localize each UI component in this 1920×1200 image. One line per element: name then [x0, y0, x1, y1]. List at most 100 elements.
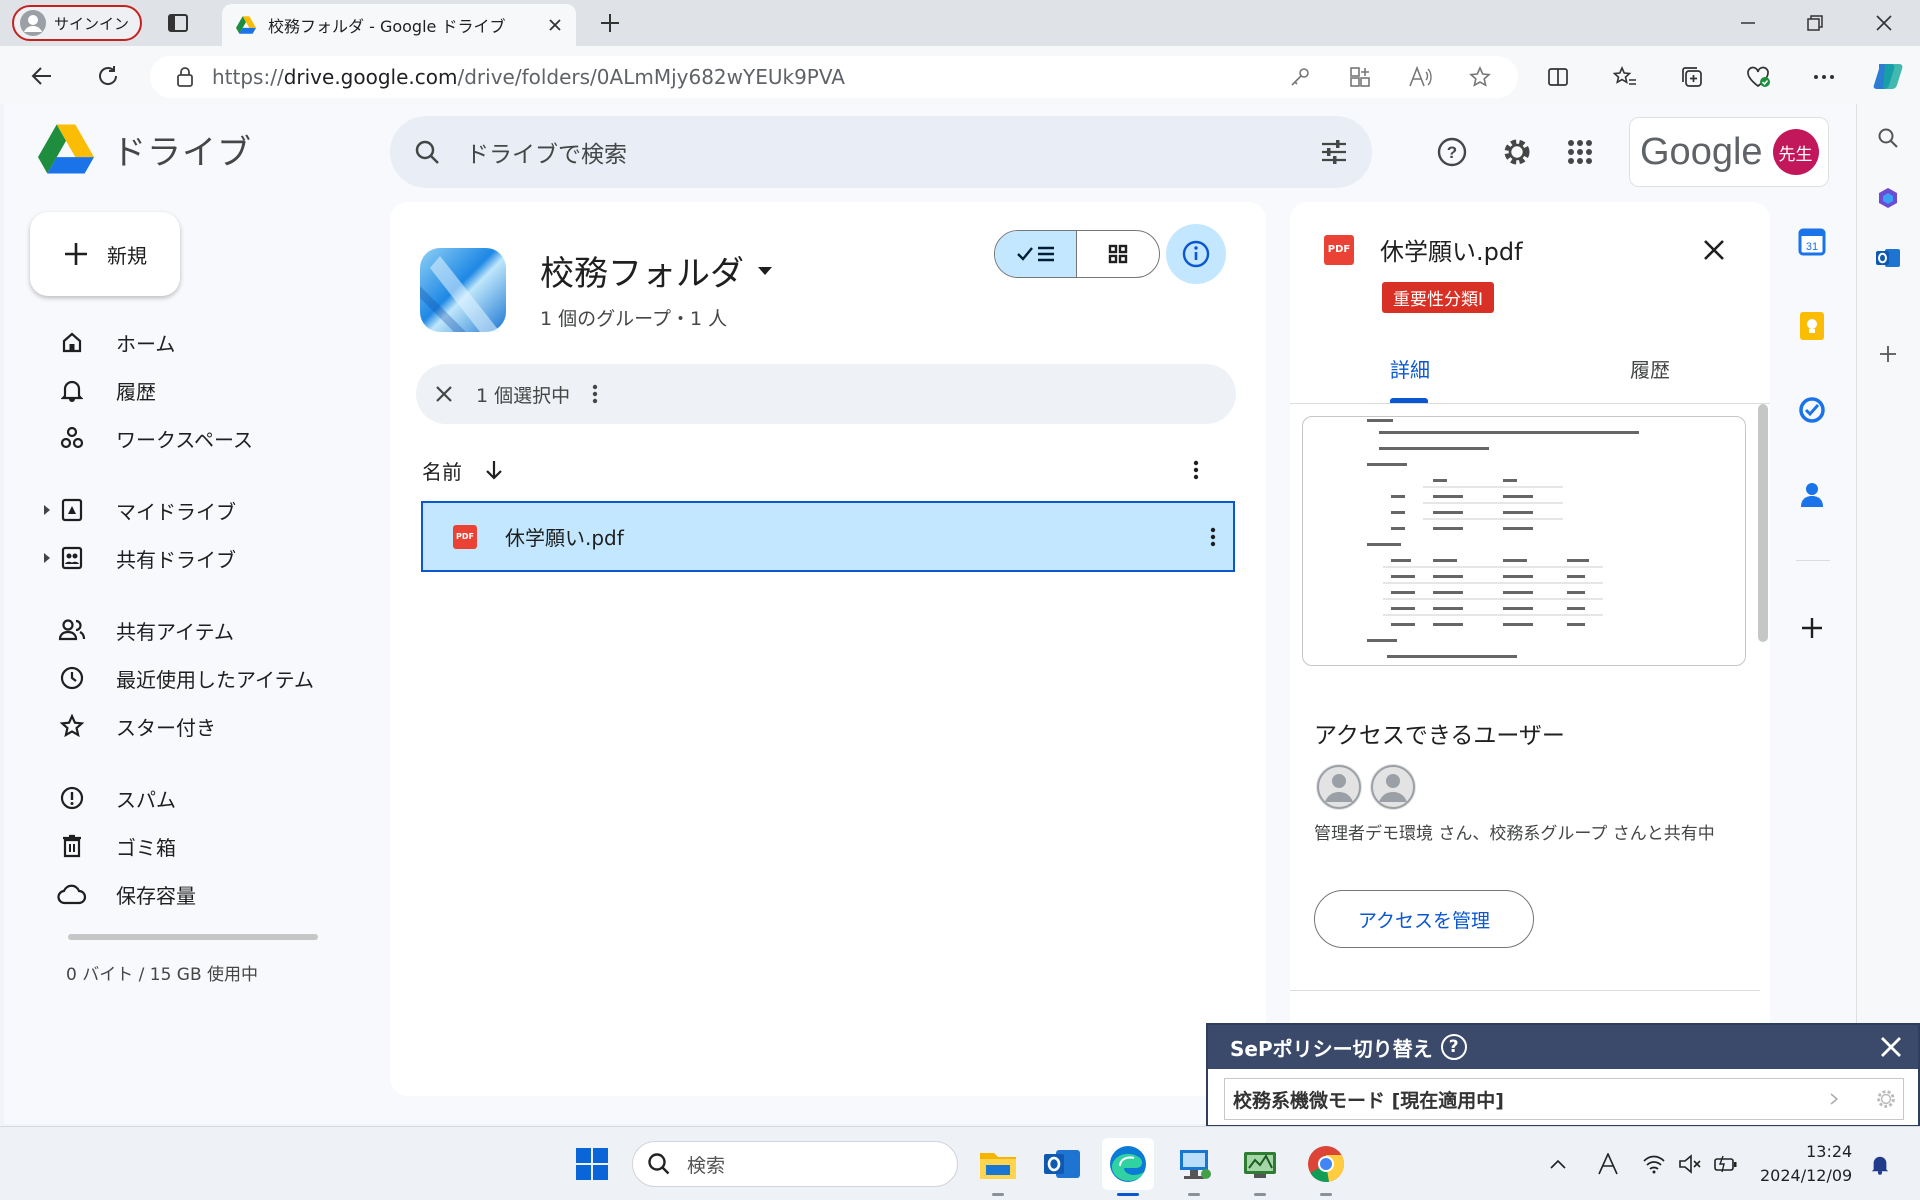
- file-explorer-icon[interactable]: [972, 1138, 1024, 1196]
- list-options-icon[interactable]: [1176, 460, 1216, 480]
- sidebar-item-workspace[interactable]: ワークスペース: [54, 418, 253, 458]
- sidebar-search-icon[interactable]: [1868, 118, 1908, 158]
- sidebar-item-starred[interactable]: スター付き: [54, 706, 216, 746]
- spam-icon: [54, 786, 90, 810]
- collections-icon[interactable]: [1672, 57, 1712, 97]
- sidebar-item-activity[interactable]: 履歴: [54, 370, 156, 410]
- avatar[interactable]: [1370, 764, 1416, 810]
- keep-icon[interactable]: [1792, 306, 1832, 346]
- battery-icon[interactable]: [1706, 1144, 1746, 1184]
- sidebar-item-home[interactable]: ホーム: [54, 322, 175, 362]
- sidebar-item-my-drive[interactable]: マイドライブ: [54, 490, 236, 530]
- my-drive-icon: [54, 498, 90, 522]
- pdf-file-icon: PDF: [1324, 234, 1354, 265]
- drive-search-input[interactable]: ドライブで検索: [390, 116, 1372, 188]
- start-windows-icon[interactable]: [566, 1138, 618, 1190]
- help-icon[interactable]: ?: [1432, 132, 1472, 172]
- sidebar-add-icon[interactable]: [1868, 334, 1908, 374]
- search-filter-icon[interactable]: [1320, 139, 1348, 165]
- close-popup-icon[interactable]: [1880, 1036, 1902, 1058]
- details-scrollbar[interactable]: [1758, 404, 1768, 642]
- list-view-button[interactable]: [995, 231, 1077, 277]
- apps-grid-icon[interactable]: [1560, 132, 1600, 172]
- read-aloud-icon[interactable]: [1400, 57, 1440, 97]
- selection-bar: 1 個選択中: [416, 364, 1236, 424]
- sidebar-outlook-icon[interactable]: [1868, 238, 1908, 278]
- settings-gear-icon[interactable]: [1497, 132, 1537, 172]
- volume-muted-icon[interactable]: [1670, 1144, 1710, 1184]
- chrome-browser-icon[interactable]: [1300, 1138, 1352, 1196]
- clear-selection-icon[interactable]: [434, 384, 454, 404]
- ime-mode-icon[interactable]: [1588, 1144, 1628, 1184]
- get-addons-icon[interactable]: [1792, 608, 1832, 648]
- minimize-window-icon[interactable]: [1728, 3, 1768, 43]
- file-more-actions-icon[interactable]: [1193, 527, 1233, 547]
- folder-share-summary[interactable]: 1 個のグループ・1 人: [540, 304, 727, 331]
- file-preview-thumbnail[interactable]: [1302, 416, 1746, 666]
- lock-icon: [176, 67, 194, 87]
- app-available-icon[interactable]: [1340, 57, 1380, 97]
- sidebar-m365-icon[interactable]: [1868, 178, 1908, 218]
- password-key-icon[interactable]: [1280, 57, 1320, 97]
- sep-mode-select[interactable]: 校務系機微モード [現在適用中]: [1224, 1078, 1904, 1120]
- notification-bell-icon[interactable]: [1860, 1144, 1900, 1184]
- account-switcher[interactable]: Google 先生: [1629, 117, 1829, 187]
- new-button[interactable]: 新規: [30, 212, 180, 296]
- sidebar-item-spam[interactable]: スパム: [54, 778, 176, 818]
- sidebar-item-recent[interactable]: 最近使用したアイテム: [54, 658, 314, 698]
- network-monitor-icon[interactable]: [1234, 1138, 1286, 1196]
- tab-activity[interactable]: 履歴: [1630, 354, 1670, 383]
- contacts-icon[interactable]: [1792, 474, 1832, 514]
- manage-access-button[interactable]: アクセスを管理: [1314, 890, 1534, 948]
- back-button-icon[interactable]: [22, 56, 62, 96]
- view-toggle[interactable]: [994, 230, 1160, 278]
- sidebar-item-trash[interactable]: ゴミ箱: [54, 826, 176, 866]
- sort-arrow-down-icon[interactable]: [484, 459, 504, 481]
- tasks-icon[interactable]: [1792, 390, 1832, 430]
- grid-view-button[interactable]: [1077, 231, 1159, 277]
- avatar[interactable]: [1316, 764, 1362, 810]
- file-name: 休学願い.pdf: [505, 526, 624, 550]
- edge-browser-icon[interactable]: [1102, 1138, 1154, 1196]
- sidebar-item-shared-drives[interactable]: 共有ドライブ: [54, 538, 236, 578]
- more-menu-icon[interactable]: [1804, 57, 1844, 97]
- split-screen-icon[interactable]: [1538, 57, 1578, 97]
- reload-button-icon[interactable]: [88, 56, 128, 96]
- new-tab-button[interactable]: [590, 3, 630, 43]
- taskbar-clock[interactable]: 13:24 2024/12/09: [1760, 1140, 1852, 1188]
- remote-desktop-icon[interactable]: [1168, 1138, 1220, 1196]
- copilot-icon[interactable]: [1868, 56, 1908, 96]
- profile-signin-button[interactable]: サインイン: [12, 5, 142, 41]
- expand-caret-icon[interactable]: [44, 505, 50, 515]
- close-details-icon[interactable]: [1694, 230, 1734, 270]
- search-icon: [647, 1152, 671, 1176]
- drive-logo[interactable]: ドライブ: [38, 124, 252, 174]
- folder-title-dropdown[interactable]: 校務フォルダ: [540, 246, 772, 295]
- tab-details[interactable]: 詳細: [1390, 354, 1430, 383]
- selection-more-icon[interactable]: [592, 384, 598, 404]
- calendar-icon[interactable]: 31: [1792, 222, 1832, 262]
- favorites-icon[interactable]: [1605, 57, 1645, 97]
- column-name-header[interactable]: 名前: [422, 456, 462, 485]
- taskbar-search-input[interactable]: 検索: [632, 1141, 958, 1187]
- details-info-button[interactable]: [1166, 224, 1226, 284]
- url-prefix: https://: [212, 65, 284, 89]
- browser-tab-active[interactable]: 校務フォルダ - Google ドライブ: [222, 4, 576, 46]
- sidebar-item-shared-with-me[interactable]: 共有アイテム: [54, 610, 234, 650]
- help-icon[interactable]: ?: [1440, 1034, 1467, 1060]
- outlook-app-icon[interactable]: [1036, 1138, 1088, 1190]
- browser-essentials-icon[interactable]: [1738, 57, 1778, 97]
- sensitivity-label-badge[interactable]: 重要性分類Ⅰ: [1382, 282, 1495, 313]
- system-tray-chevron-up-icon[interactable]: [1538, 1144, 1578, 1184]
- sidebar-item-storage[interactable]: 保存容量: [54, 874, 196, 914]
- url-host: drive.google.com: [283, 65, 458, 89]
- expand-caret-icon[interactable]: [44, 553, 50, 563]
- tab-close-icon[interactable]: [548, 18, 562, 32]
- restore-window-icon[interactable]: [1795, 3, 1835, 43]
- tab-actions-icon[interactable]: [158, 3, 198, 43]
- settings-gear-icon[interactable]: [1875, 1088, 1897, 1110]
- wifi-icon[interactable]: [1634, 1144, 1674, 1184]
- file-row[interactable]: PDF 休学願い.pdf: [421, 501, 1235, 572]
- favorite-star-icon[interactable]: [1460, 57, 1500, 97]
- close-window-icon[interactable]: [1864, 3, 1904, 43]
